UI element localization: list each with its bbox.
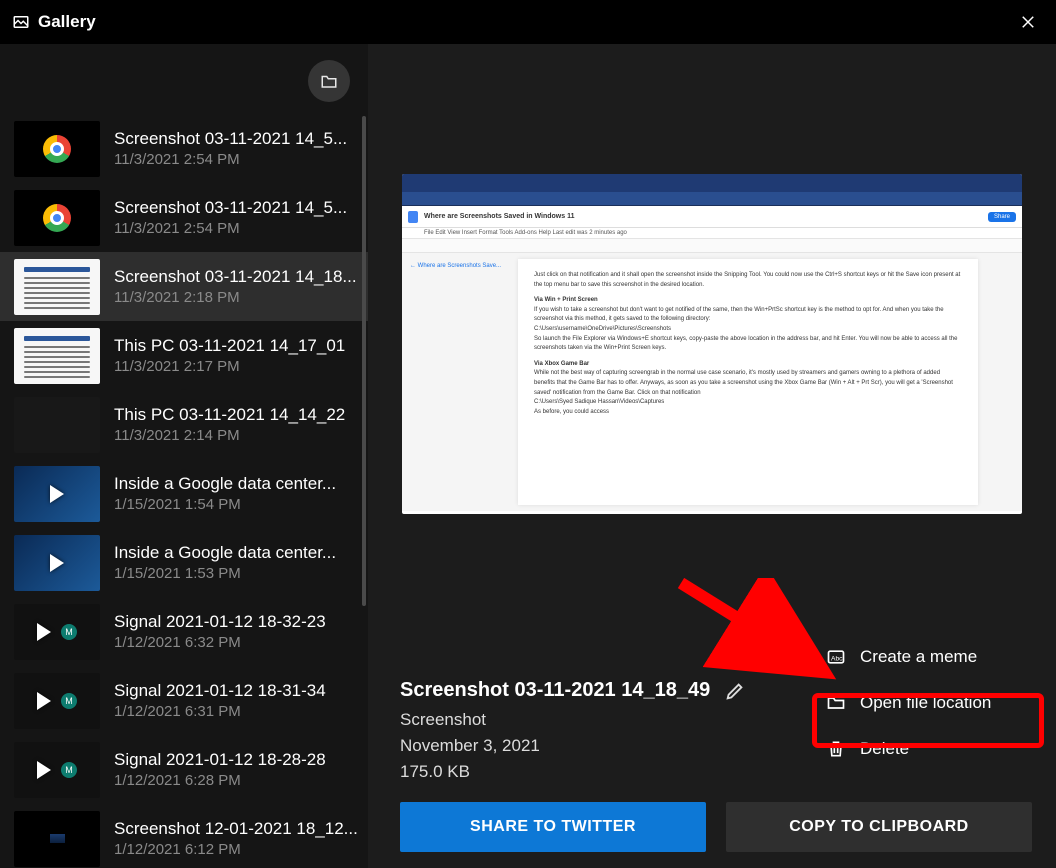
list-item[interactable]: MSignal 2021-01-12 18-32-231/12/2021 6:3… bbox=[0, 597, 368, 666]
item-name: This PC 03-11-2021 14_14_22 bbox=[114, 405, 358, 425]
title-bar: Gallery bbox=[0, 0, 1056, 44]
item-date: 1/12/2021 6:31 PM bbox=[114, 703, 358, 720]
close-icon[interactable] bbox=[1012, 6, 1044, 38]
scrollbar[interactable] bbox=[362, 116, 366, 606]
actions-panel: Abc Create a meme Open file location Del… bbox=[818, 634, 1032, 772]
copy-clipboard-button[interactable]: COPY TO CLIPBOARD bbox=[726, 802, 1032, 852]
gallery-sidebar: Screenshot 03-11-2021 14_5... 11/3/2021 2… bbox=[0, 44, 368, 868]
file-info: Screenshot 03-11-2021 14_18_49 Screensho… bbox=[400, 679, 780, 788]
file-title: Screenshot 03-11-2021 14_18_49 bbox=[400, 679, 710, 702]
list-item[interactable]: Inside a Google data center... 1/15/2021 … bbox=[0, 459, 368, 528]
list-item[interactable]: MSignal 2021-01-12 18-28-281/12/2021 6:2… bbox=[0, 735, 368, 804]
item-date: 11/3/2021 2:17 PM bbox=[114, 358, 358, 375]
item-date: 1/15/2021 1:53 PM bbox=[114, 565, 358, 582]
list-item[interactable]: Screenshot 03-11-2021 14_5... 11/3/2021 2… bbox=[0, 114, 368, 183]
item-name: This PC 03-11-2021 14_17_01 bbox=[114, 336, 358, 356]
gallery-icon bbox=[12, 13, 30, 31]
item-name: Screenshot 12-01-2021 18_12... bbox=[114, 819, 358, 839]
item-date: 11/3/2021 2:54 PM bbox=[114, 220, 358, 237]
item-name: Screenshot 03-11-2021 14_5... bbox=[114, 129, 358, 149]
list-item[interactable]: Screenshot 12-01-2021 18_12... 1/12/2021 … bbox=[0, 804, 368, 868]
list-item[interactable]: This PC 03-11-2021 14_17_01 11/3/2021 2:1… bbox=[0, 321, 368, 390]
preview-share-button: Share bbox=[988, 212, 1016, 222]
header-title: Gallery bbox=[38, 12, 96, 32]
preview-doc-title: Where are Screenshots Saved in Windows 1… bbox=[424, 213, 575, 220]
item-date: 1/12/2021 6:28 PM bbox=[114, 772, 358, 789]
list-item[interactable]: MSignal 2021-01-12 18-31-341/12/2021 6:3… bbox=[0, 666, 368, 735]
item-name: Screenshot 03-11-2021 14_5... bbox=[114, 198, 358, 218]
item-date: 11/3/2021 2:18 PM bbox=[114, 289, 358, 306]
list-item[interactable]: Screenshot 03-11-2021 14_5... 11/3/2021 2… bbox=[0, 183, 368, 252]
file-date: November 3, 2021 bbox=[400, 736, 780, 756]
preview-menu: File Edit View Insert Format Tools Add-o… bbox=[402, 228, 1022, 239]
open-file-location-button[interactable]: Open file location bbox=[818, 680, 1032, 726]
rename-icon[interactable] bbox=[724, 680, 746, 702]
item-name: Signal 2021-01-12 18-31-34 bbox=[114, 681, 358, 701]
share-twitter-button[interactable]: SHARE TO TWITTER bbox=[400, 802, 706, 852]
preview-page: Just click on that notification and it s… bbox=[518, 259, 978, 505]
item-date: 11/3/2021 2:14 PM bbox=[114, 427, 358, 444]
list-item[interactable]: This PC 03-11-2021 14_14_22 11/3/2021 2:1… bbox=[0, 390, 368, 459]
svg-text:Abc: Abc bbox=[831, 655, 843, 662]
create-meme-button[interactable]: Abc Create a meme bbox=[818, 634, 1032, 680]
item-name: Signal 2021-01-12 18-28-28 bbox=[114, 750, 358, 770]
item-name: Inside a Google data center... bbox=[114, 543, 358, 563]
item-date: 1/12/2021 6:32 PM bbox=[114, 634, 358, 651]
file-size: 175.0 KB bbox=[400, 762, 780, 782]
screenshot-preview: Where are Screenshots Saved in Windows 1… bbox=[402, 174, 1022, 514]
item-name: Signal 2021-01-12 18-32-23 bbox=[114, 612, 358, 632]
item-date: 1/12/2021 6:12 PM bbox=[114, 841, 358, 858]
list-item[interactable]: Screenshot 03-11-2021 14_18... 11/3/2021 … bbox=[0, 252, 368, 321]
item-date: 11/3/2021 2:54 PM bbox=[114, 151, 358, 168]
item-name: Screenshot 03-11-2021 14_18... bbox=[114, 267, 358, 287]
capture-list: Screenshot 03-11-2021 14_5... 11/3/2021 2… bbox=[0, 114, 368, 868]
open-folder-button[interactable] bbox=[308, 60, 350, 102]
item-name: Inside a Google data center... bbox=[114, 474, 358, 494]
preview-outline: Where are Screenshots Save... bbox=[418, 263, 501, 269]
delete-button[interactable]: Delete bbox=[818, 726, 1032, 772]
list-item[interactable]: Inside a Google data center... 1/15/2021 … bbox=[0, 528, 368, 597]
item-date: 1/15/2021 1:54 PM bbox=[114, 496, 358, 513]
file-kind: Screenshot bbox=[400, 710, 780, 730]
detail-panel: Where are Screenshots Saved in Windows 1… bbox=[368, 44, 1056, 868]
